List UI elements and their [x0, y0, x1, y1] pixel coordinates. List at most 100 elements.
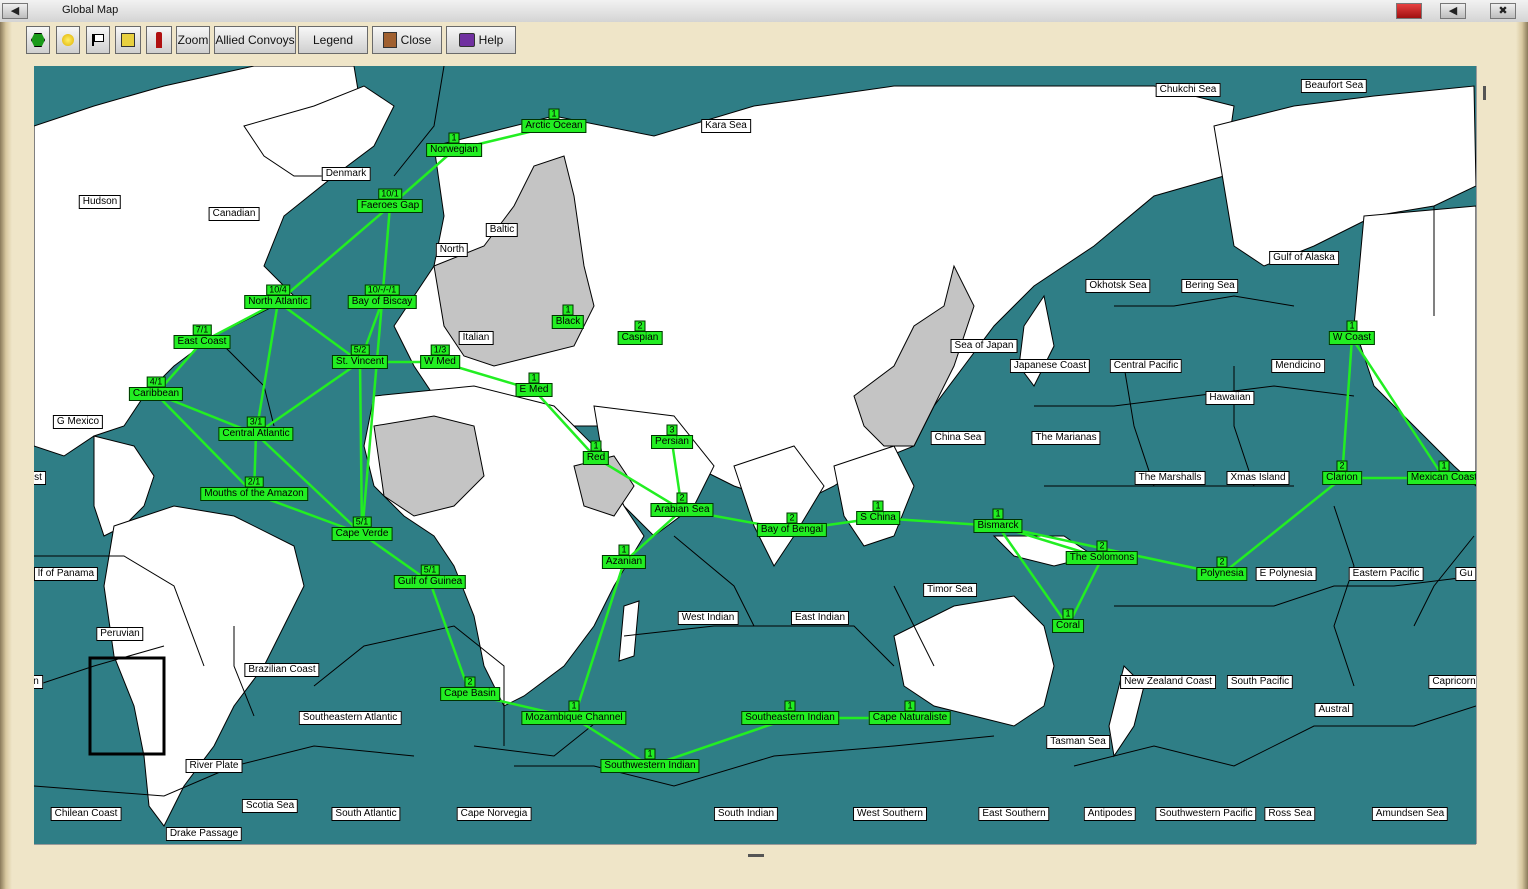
convoy-zone-label[interactable]: Arctic Ocean: [521, 119, 587, 133]
convoy-zone-label[interactable]: Bay of Bengal: [756, 523, 828, 537]
flag-button[interactable]: [86, 26, 110, 54]
convoy-zone-label[interactable]: Caribbean: [128, 387, 184, 401]
convoy-zone-label[interactable]: East Coast: [173, 335, 231, 349]
convoy-zone-label[interactable]: Central Atlantic: [218, 427, 294, 441]
sea-zone-label[interactable]: Italian: [458, 331, 494, 345]
sea-zone-label[interactable]: Japanese Coast: [1009, 359, 1091, 373]
sea-zone-label[interactable]: River Plate: [185, 759, 243, 773]
title-bar[interactable]: ◀ Global Map ◀ ✖: [0, 0, 1528, 23]
convoy-zone-label[interactable]: Gulf of Guinea: [393, 575, 467, 589]
convoy-zone-label[interactable]: The Solomons: [1065, 551, 1139, 565]
sun-button[interactable]: [56, 26, 80, 54]
sea-zone-label[interactable]: Scotia Sea: [241, 799, 299, 813]
convoy-zone-label[interactable]: Bismarck: [973, 519, 1023, 533]
convoy-zone-label[interactable]: Cape Basin: [440, 687, 500, 701]
vertical-scrollbar[interactable]: [1476, 66, 1493, 844]
sea-zone-label[interactable]: The Marianas: [1031, 431, 1101, 445]
convoy-zone-label[interactable]: St. Vincent: [331, 355, 389, 369]
sea-zone-label[interactable]: Antipodes: [1083, 807, 1137, 821]
sea-zone-label[interactable]: Canadian: [208, 207, 260, 221]
window-close-button[interactable]: ✖: [1490, 3, 1516, 19]
sea-zone-label[interactable]: Baltic: [485, 223, 519, 237]
sea-zone-label[interactable]: West Indian: [677, 611, 739, 625]
sea-zone-label[interactable]: Amundsen Sea: [1371, 807, 1449, 821]
convoy-zone-label[interactable]: Mozambique Channel: [521, 711, 627, 725]
convoy-zone-label[interactable]: Polynesia: [1196, 567, 1248, 581]
sea-zone-label[interactable]: New Zealand Coast: [1120, 675, 1216, 689]
legend-button[interactable]: Legend: [298, 26, 368, 54]
units-button[interactable]: [26, 26, 50, 54]
sea-zone-label[interactable]: South Atlantic: [331, 807, 401, 821]
convoy-zone-label[interactable]: Cape Verde: [331, 527, 393, 541]
convoy-zone-label[interactable]: Black: [551, 315, 585, 329]
sea-zone-label[interactable]: East Southern: [978, 807, 1050, 821]
sea-zone-label[interactable]: Ross Sea: [1264, 807, 1316, 821]
sea-zone-label[interactable]: Beaufort Sea: [1300, 79, 1368, 93]
sea-zone-label[interactable]: Cape Norvegia: [456, 807, 532, 821]
sea-zone-label[interactable]: Gu: [1455, 567, 1476, 581]
sea-zone-label[interactable]: North: [435, 243, 469, 257]
sea-zone-label[interactable]: Okhotsk Sea: [1085, 279, 1151, 293]
sea-zone-label[interactable]: E Polynesia: [1255, 567, 1317, 581]
convoys-button[interactable]: Allied Convoys: [214, 26, 296, 54]
sea-zone-label[interactable]: Timor Sea: [923, 583, 977, 597]
sea-zone-label[interactable]: Brazilian Coast: [244, 663, 320, 677]
record-button[interactable]: [146, 26, 172, 54]
sea-zone-label[interactable]: n: [34, 675, 43, 689]
close-button[interactable]: Close: [372, 26, 442, 54]
sea-zone-label[interactable]: Eastern Pacific: [1348, 567, 1424, 581]
convoy-zone-label[interactable]: Arabian Sea: [650, 503, 714, 517]
convoy-zone-label[interactable]: Bay of Biscay: [347, 295, 417, 309]
convoy-zone-label[interactable]: Southeastern Indian: [741, 711, 839, 725]
sea-zone-label[interactable]: Capricorn: [1428, 675, 1476, 689]
convoy-zone-label[interactable]: Coral: [1052, 619, 1084, 633]
convoy-zone-label[interactable]: Caspian: [617, 331, 663, 345]
sea-zone-label[interactable]: st: [34, 471, 46, 485]
sea-zone-label[interactable]: South Pacific: [1226, 675, 1294, 689]
restore-button[interactable]: ◀: [1440, 3, 1466, 19]
system-menu-button[interactable]: ◀: [2, 3, 28, 19]
sea-zone-label[interactable]: Sea of Japan: [950, 339, 1018, 353]
sea-zone-label[interactable]: Chukchi Sea: [1155, 83, 1221, 97]
sea-zone-label[interactable]: Drake Passage: [165, 827, 243, 841]
sea-zone-label[interactable]: South Indian: [713, 807, 779, 821]
sea-zone-label[interactable]: Xmas Island: [1226, 471, 1290, 485]
sea-zone-label[interactable]: The Marshalls: [1134, 471, 1206, 485]
sea-zone-label[interactable]: Central Pacific: [1109, 359, 1183, 373]
sea-zone-label[interactable]: Bering Sea: [1181, 279, 1239, 293]
vertical-scroll-thumb[interactable]: [1483, 86, 1486, 100]
sea-zone-label[interactable]: East Indian: [790, 611, 850, 625]
sea-zone-label[interactable]: China Sea: [930, 431, 986, 445]
sea-zone-label[interactable]: Southeastern Atlantic: [298, 711, 402, 725]
sea-zone-label[interactable]: Tasman Sea: [1046, 735, 1110, 749]
convoy-zone-label[interactable]: Persian: [651, 435, 693, 449]
sea-zone-label[interactable]: Denmark: [321, 167, 371, 181]
convoy-zone-label[interactable]: Mouths of the Amazon: [200, 487, 308, 501]
sea-zone-label[interactable]: lf of Panama: [34, 567, 99, 581]
horizontal-scrollbar[interactable]: [34, 844, 1476, 865]
convoy-zone-label[interactable]: Red: [582, 451, 610, 465]
sea-zone-label[interactable]: Austral: [1314, 703, 1354, 717]
sea-zone-label[interactable]: Hawaiian: [1205, 391, 1255, 405]
zoom-button[interactable]: Zoom: [176, 26, 210, 54]
sea-zone-label[interactable]: Hudson: [78, 195, 122, 209]
doc-button[interactable]: [115, 26, 141, 54]
sea-zone-label[interactable]: Southwestern Pacific: [1155, 807, 1257, 821]
convoy-zone-label[interactable]: Mexican Coast: [1406, 471, 1476, 485]
horizontal-scroll-thumb[interactable]: [748, 854, 764, 857]
convoy-zone-label[interactable]: Southwestern Indian: [600, 759, 700, 773]
sea-zone-label[interactable]: Mendicino: [1271, 359, 1325, 373]
convoy-zone-label[interactable]: W Med: [420, 355, 460, 369]
convoy-zone-label[interactable]: Clarion: [1322, 471, 1362, 485]
sea-zone-label[interactable]: Chilean Coast: [50, 807, 122, 821]
convoy-zone-label[interactable]: Faeroes Gap: [356, 199, 424, 213]
convoy-zone-label[interactable]: S China: [856, 511, 900, 525]
convoy-zone-label[interactable]: W Coast: [1328, 331, 1376, 345]
global-map[interactable]: Chukchi Sea Beaufort Sea Kara Sea Denmark Hu…: [34, 66, 1476, 844]
convoy-zone-label[interactable]: Cape Naturaliste: [868, 711, 952, 725]
sea-zone-label[interactable]: Peruvian: [96, 627, 144, 641]
sea-zone-label[interactable]: Gulf of Alaska: [1269, 251, 1339, 265]
convoy-zone-label[interactable]: North Atlantic: [244, 295, 312, 309]
convoy-zone-label[interactable]: Norwegian: [426, 143, 482, 157]
convoy-zone-label[interactable]: Azanian: [601, 555, 647, 569]
